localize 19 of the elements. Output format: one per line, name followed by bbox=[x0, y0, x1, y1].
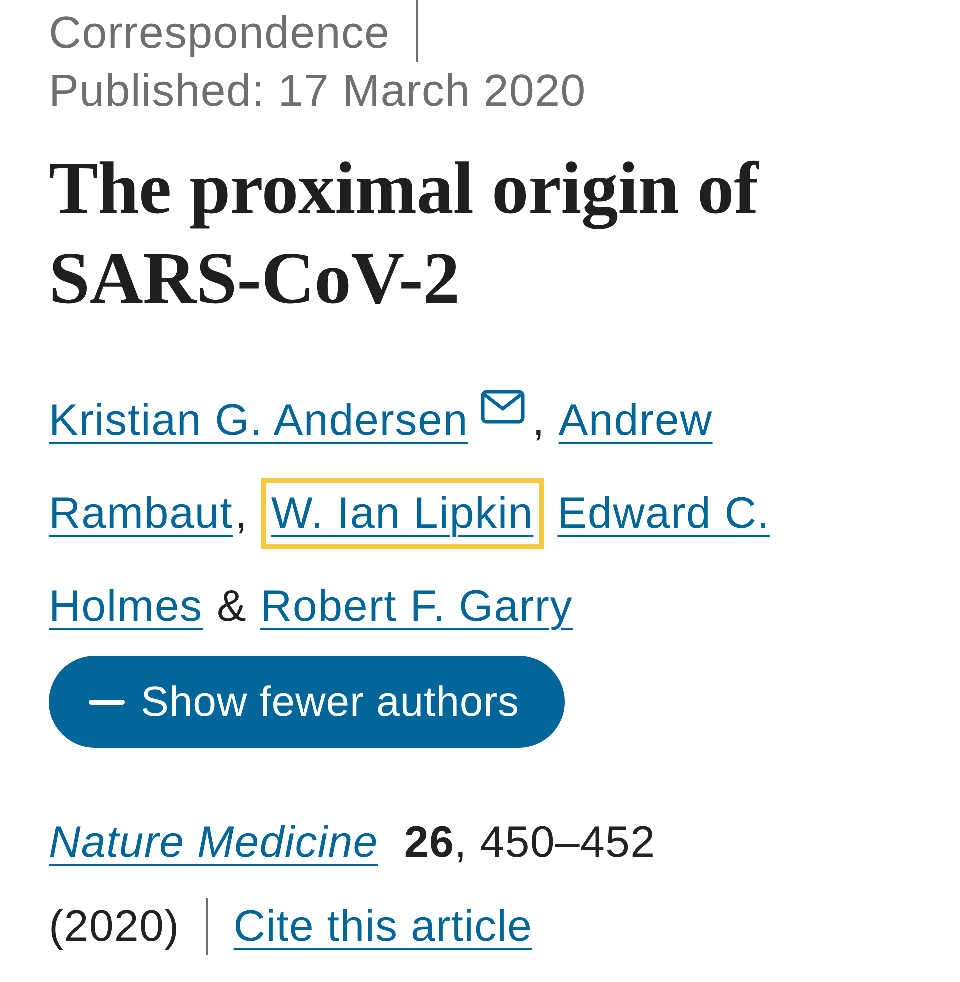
article-type-label: Correspondence bbox=[49, 6, 390, 60]
article-title: The proximal origin of SARS-CoV-2 bbox=[49, 147, 760, 322]
published-date: Published: 17 March 2020 bbox=[49, 64, 586, 118]
journal-link[interactable]: Nature Medicine bbox=[49, 816, 378, 868]
author-link[interactable]: Robert F. Garry bbox=[260, 580, 574, 633]
volume-pages-text: 26, 450–452 bbox=[404, 816, 656, 868]
comma-separator: , bbox=[235, 488, 248, 540]
show-fewer-authors-button[interactable]: Show fewer authors bbox=[49, 656, 566, 748]
author-link[interactable]: Holmes bbox=[49, 580, 203, 633]
author-link[interactable]: W. Ian Lipkin bbox=[261, 478, 544, 549]
author-link[interactable]: Andrew bbox=[558, 394, 713, 447]
comma-separator: , bbox=[532, 395, 545, 447]
cite-article-link[interactable]: Cite this article bbox=[234, 900, 533, 952]
author-link[interactable]: Rambaut bbox=[49, 487, 234, 540]
year-text: (2020) bbox=[49, 900, 180, 952]
conjunction-text: & bbox=[216, 581, 246, 633]
author-link[interactable]: Edward C. bbox=[558, 487, 770, 540]
author-link[interactable]: Kristian G. Andersen bbox=[49, 394, 469, 447]
mail-icon[interactable] bbox=[480, 390, 525, 424]
